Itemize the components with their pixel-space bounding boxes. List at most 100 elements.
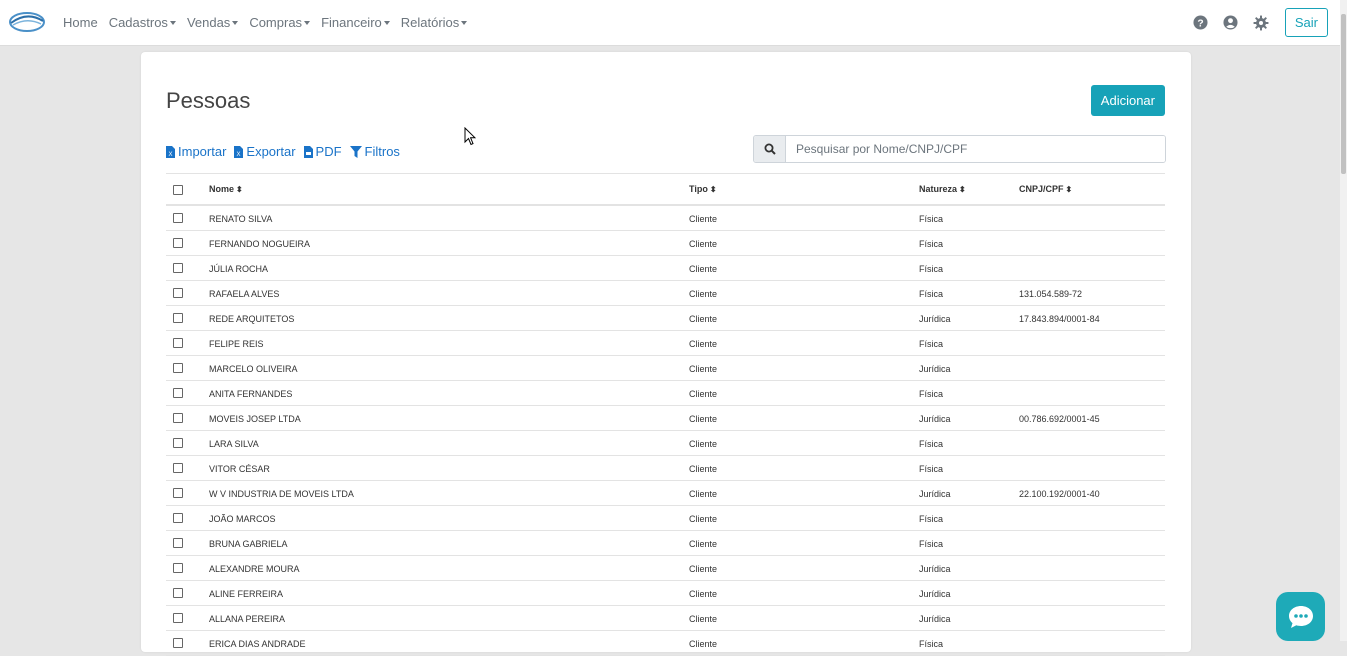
cell-nome: ALLANA PEREIRA xyxy=(209,614,286,624)
row-checkbox[interactable] xyxy=(173,638,183,648)
cell-nome: VITOR CÉSAR xyxy=(209,464,270,474)
nav-item-relatorios[interactable]: Relatórios xyxy=(401,15,468,30)
scrollbar-thumb[interactable] xyxy=(1341,14,1346,174)
cell-nome: BRUNA GABRIELA xyxy=(209,539,288,549)
select-all-checkbox[interactable] xyxy=(173,185,183,195)
caret-down-icon xyxy=(304,21,311,25)
table-row[interactable]: MOVEIS JOSEP LTDA Cliente Jurídica 00.786.6… xyxy=(166,406,1165,431)
row-checkbox[interactable] xyxy=(173,538,183,548)
search-icon xyxy=(764,143,776,155)
table-row[interactable]: JÚLIA ROCHA Cliente Física xyxy=(166,256,1165,281)
header-natureza[interactable]: Natureza ⬍ xyxy=(919,184,966,194)
row-checkbox[interactable] xyxy=(173,338,183,348)
table-row[interactable]: LARA SILVA Cliente Física xyxy=(166,431,1165,456)
row-checkbox[interactable] xyxy=(173,488,183,498)
row-checkbox[interactable] xyxy=(173,613,183,623)
row-checkbox[interactable] xyxy=(173,388,183,398)
cell-nome: ANITA FERNANDES xyxy=(209,389,293,399)
row-checkbox[interactable] xyxy=(173,438,183,448)
cell-nome: MARCELO OLIVEIRA xyxy=(209,364,298,374)
table-row[interactable]: RENATO SILVA Cliente Física xyxy=(166,206,1165,231)
cell-tipo: Cliente xyxy=(689,414,718,424)
cell-nome: FERNANDO NOGUEIRA xyxy=(209,239,311,249)
logout-button[interactable]: Sair xyxy=(1284,8,1328,37)
nav-item-financeiro[interactable]: Financeiro xyxy=(321,15,390,30)
nav-item-label: Compras xyxy=(249,15,303,30)
caret-down-icon xyxy=(383,21,390,25)
table-row[interactable]: REDE ARQUITETOS Cliente Jurídica 17.843.894… xyxy=(166,306,1165,331)
cell-cnpj: 17.843.894/0001-84 xyxy=(1019,314,1100,324)
table-row[interactable]: ALEXANDRE MOURA Cliente Jurídica xyxy=(166,556,1165,581)
cell-natureza: Física xyxy=(919,439,944,449)
cell-nome: RAFAELA ALVES xyxy=(209,289,280,299)
user-icon[interactable] xyxy=(1223,15,1239,31)
header-nome[interactable]: Nome ⬍ xyxy=(209,184,243,194)
cell-natureza: Física xyxy=(919,289,944,299)
add-button[interactable]: Adicionar xyxy=(1090,85,1165,116)
cell-cnpj: 22.100.192/0001-40 xyxy=(1019,489,1100,499)
table-row[interactable]: ALINE FERREIRA Cliente Jurídica xyxy=(166,581,1165,606)
nav-item-vendas[interactable]: Vendas xyxy=(187,15,239,30)
cell-nome: JOÃO MARCOS xyxy=(209,514,276,524)
cell-natureza: Física xyxy=(919,239,944,249)
search-button[interactable] xyxy=(754,136,786,162)
cell-tipo: Cliente xyxy=(689,439,718,449)
caret-down-icon xyxy=(461,21,468,25)
nav-item-home[interactable]: Home xyxy=(63,15,98,30)
row-checkbox[interactable] xyxy=(173,288,183,298)
nav-item-label: Relatórios xyxy=(400,15,460,30)
cell-natureza: Jurídica xyxy=(919,364,951,374)
cell-natureza: Jurídica xyxy=(919,589,951,599)
chat-button[interactable] xyxy=(1276,592,1325,641)
filters-action[interactable]: Filtros xyxy=(349,144,400,159)
row-checkbox[interactable] xyxy=(173,263,183,273)
pdf-label: PDF xyxy=(315,144,342,159)
row-checkbox[interactable] xyxy=(173,513,183,523)
table-row[interactable]: JOÃO MARCOS Cliente Física xyxy=(166,506,1165,531)
help-icon[interactable]: ? xyxy=(1193,15,1209,31)
row-checkbox[interactable] xyxy=(173,213,183,223)
header-cnpj[interactable]: CNPJ/CPF ⬍ xyxy=(1019,184,1072,194)
cell-nome: JÚLIA ROCHA xyxy=(209,264,269,274)
table-actions: X Importar X Exportar PDF Filtros xyxy=(166,144,408,159)
row-checkbox[interactable] xyxy=(173,238,183,248)
cell-tipo: Cliente xyxy=(689,614,718,624)
cell-tipo: Cliente xyxy=(689,489,718,499)
nav-item-compras[interactable]: Compras xyxy=(249,15,311,30)
table-row[interactable]: VITOR CÉSAR Cliente Física xyxy=(166,456,1165,481)
table-row[interactable]: FERNANDO NOGUEIRA Cliente Física xyxy=(166,231,1165,256)
import-action[interactable]: X Importar xyxy=(166,144,226,159)
import-label: Importar xyxy=(178,144,227,159)
row-checkbox[interactable] xyxy=(173,313,183,323)
cell-natureza: Física xyxy=(919,389,944,399)
people-table: Nome ⬍ Tipo ⬍ Natureza ⬍ CNPJ/CPF ⬍ RENATO S… xyxy=(166,173,1165,656)
table-row[interactable]: BRUNA GABRIELA Cliente Física xyxy=(166,531,1165,556)
nav-item-label: Cadastros xyxy=(108,15,168,30)
header-tipo[interactable]: Tipo ⬍ xyxy=(689,184,717,194)
cell-nome: ALINE FERREIRA xyxy=(209,589,284,599)
table-row[interactable]: RAFAELA ALVES Cliente Física 131.054.589-72 xyxy=(166,281,1165,306)
table-row[interactable]: ERICA DIAS ANDRADE Cliente Física xyxy=(166,631,1165,656)
cell-natureza: Física xyxy=(919,214,944,224)
sort-icon: ⬍ xyxy=(1065,185,1073,194)
gear-icon[interactable] xyxy=(1253,15,1269,31)
page-scrollbar[interactable] xyxy=(1340,0,1347,641)
row-checkbox[interactable] xyxy=(173,413,183,423)
row-checkbox[interactable] xyxy=(173,563,183,573)
export-action[interactable]: X Exportar xyxy=(234,144,296,159)
table-row[interactable]: FELIPE REIS Cliente Física xyxy=(166,331,1165,356)
table-row[interactable]: W V INDUSTRIA DE MOVEIS LTDA Cliente Juríd… xyxy=(166,481,1165,506)
pdf-action[interactable]: PDF xyxy=(303,144,342,159)
nav-item-cadastros[interactable]: Cadastros xyxy=(109,15,176,30)
main-menu: Home Cadastros Vendas Compras Financeiro Rela… xyxy=(63,0,478,45)
row-checkbox[interactable] xyxy=(173,363,183,373)
row-checkbox[interactable] xyxy=(173,588,183,598)
table-row[interactable]: ANITA FERNANDES Cliente Física xyxy=(166,381,1165,406)
table-row[interactable]: ALLANA PEREIRA Cliente Jurídica xyxy=(166,606,1165,631)
svg-text:?: ? xyxy=(1198,18,1204,29)
table-row[interactable]: MARCELO OLIVEIRA Cliente Jurídica xyxy=(166,356,1165,381)
search-input[interactable] xyxy=(786,136,1165,162)
row-checkbox[interactable] xyxy=(173,463,183,473)
app-logo[interactable] xyxy=(8,9,46,35)
search-box xyxy=(753,135,1166,163)
